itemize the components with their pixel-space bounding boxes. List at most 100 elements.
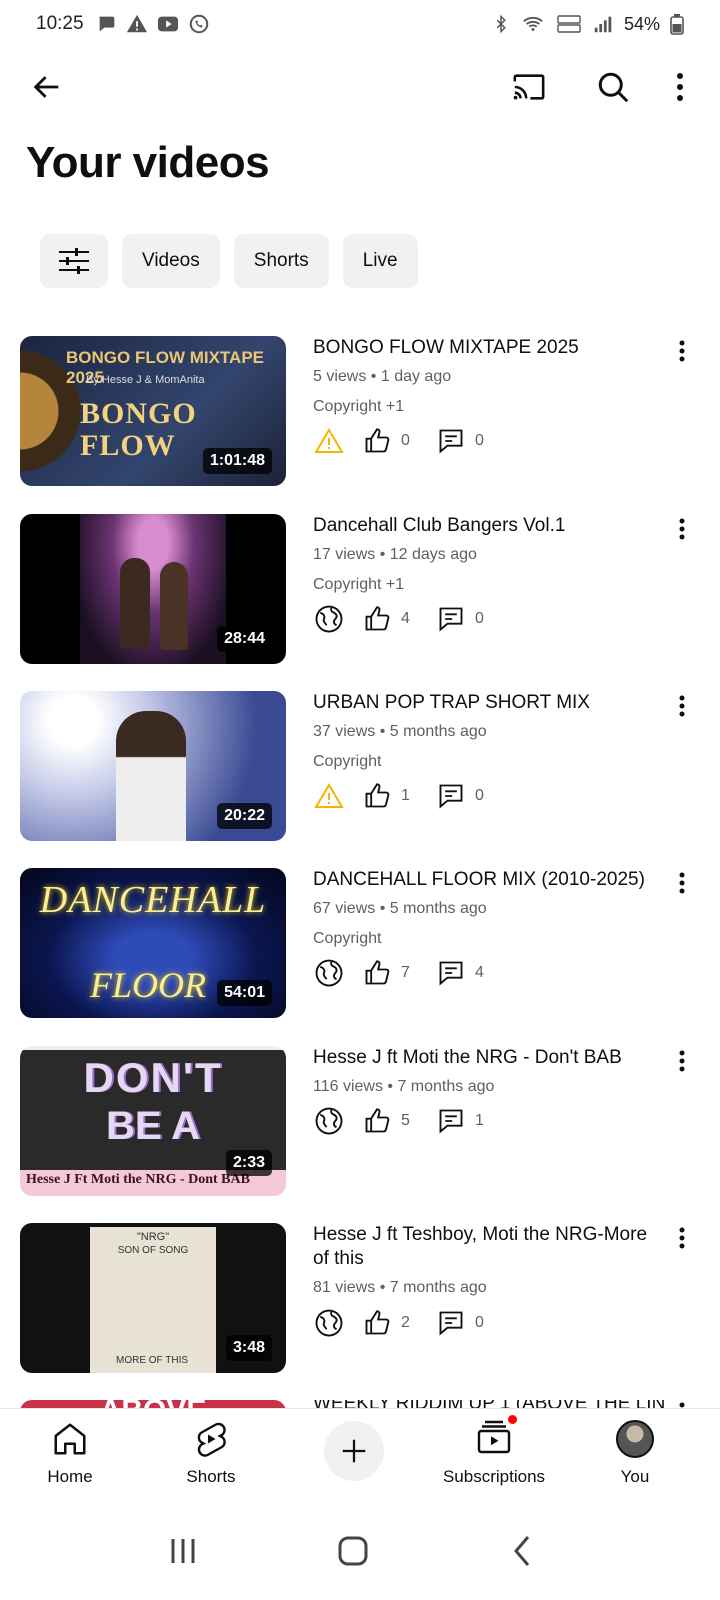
globe-icon[interactable]: [313, 603, 345, 635]
back-system-button[interactable]: [498, 1526, 548, 1576]
tune-icon: [59, 248, 89, 274]
cast-button[interactable]: [506, 64, 552, 110]
comments-count: 0: [475, 432, 484, 449]
globe-icon[interactable]: [313, 1105, 345, 1137]
globe-icon[interactable]: [313, 1307, 345, 1339]
shorts-icon: [197, 1422, 226, 1457]
video-options-button[interactable]: [670, 336, 694, 366]
nav-you-label: You: [620, 1467, 650, 1486]
cast-icon: [513, 74, 545, 100]
thumbnail-subheading: By Hesse J & MomAnita: [86, 374, 205, 386]
thumbnail-heading: DON'T: [83, 1054, 223, 1101]
likes-count: 4: [401, 610, 410, 627]
home-square-icon: [338, 1536, 368, 1566]
copyright-label[interactable]: Copyright: [313, 753, 381, 771]
thumbnail-art: [80, 514, 226, 664]
video-options-button[interactable]: [670, 691, 694, 721]
video-thumbnail[interactable]: 28:44: [20, 514, 286, 664]
thumbnail-heading: "NRG": [136, 1231, 170, 1243]
create-button[interactable]: [324, 1421, 384, 1481]
video-options-button[interactable]: [670, 514, 694, 544]
video-thumbnail[interactable]: DANCEHALL FLOOR 54:01: [20, 868, 286, 1018]
video-item[interactable]: 20:22 URBAN POP TRAP SHORT MIX 37 views …: [0, 691, 720, 843]
video-thumbnail[interactable]: BONGO FLOW MIXTAPE 2025 By Hesse J & Mom…: [20, 336, 286, 486]
nav-subscriptions[interactable]: Subscriptions: [434, 1412, 554, 1487]
likes-count: 2: [401, 1314, 410, 1331]
thumbs-up-icon: [361, 603, 393, 635]
thumbnail-heading: DANCEHALL: [39, 879, 267, 921]
video-duration: 3:48: [225, 1335, 272, 1361]
video-thumbnail[interactable]: DON'T BE A Hesse J Ft Moti the NRG - Don…: [20, 1046, 286, 1196]
home-icon: [54, 1423, 86, 1455]
copyright-label[interactable]: Copyright +1: [313, 576, 404, 594]
thumbnail-figure: [116, 711, 186, 841]
recent-apps-button[interactable]: [158, 1526, 208, 1576]
video-options-button[interactable]: [670, 868, 694, 898]
nav-home[interactable]: Home: [10, 1419, 130, 1487]
comment-icon: [435, 957, 467, 989]
video-title[interactable]: DANCEHALL FLOOR MIX (2010-2025): [313, 868, 663, 892]
video-item[interactable]: 28:44 Dancehall Club Bangers Vol.1 17 vi…: [0, 514, 720, 666]
more-options-button[interactable]: [660, 64, 700, 110]
search-button[interactable]: [590, 64, 636, 110]
video-title[interactable]: BONGO FLOW MIXTAPE 2025: [313, 336, 663, 360]
nav-shorts[interactable]: Shorts: [151, 1419, 271, 1487]
video-item[interactable]: ABOVE WEEKLY RIDDIM UP 1 (ABOVE THE LIN: [0, 1400, 720, 1408]
warning-icon[interactable]: [313, 780, 345, 812]
more-vert-icon: [677, 73, 683, 101]
video-meta: 81 views • 7 months ago: [313, 1279, 487, 1296]
chip-shorts[interactable]: Shorts: [233, 234, 329, 288]
bottom-navigation: Home Shorts Subscriptions You: [0, 1408, 720, 1498]
warning-icon[interactable]: [313, 425, 345, 457]
video-item[interactable]: DANCEHALL FLOOR 54:01 DANCEHALL FLOOR MI…: [0, 868, 720, 1020]
video-meta: 37 views • 5 months ago: [313, 723, 487, 740]
back-button[interactable]: [24, 64, 70, 110]
video-duration: 2:33: [225, 1150, 272, 1176]
more-vert-icon: [679, 1227, 685, 1249]
alert-triangle-icon: [126, 13, 148, 35]
more-vert-icon: [679, 695, 685, 717]
thumbnail-figure: [160, 562, 188, 650]
copyright-label[interactable]: Copyright +1: [313, 398, 404, 416]
status-bar: 10:25 54%: [0, 0, 720, 48]
battery-percent: 54%: [623, 13, 660, 34]
video-duration: 54:01: [217, 980, 272, 1006]
youtube-icon: [156, 13, 180, 35]
thumbs-up-icon: [361, 1105, 393, 1137]
page-title: Your videos: [26, 138, 270, 187]
video-options-button[interactable]: [670, 1223, 694, 1253]
video-stats: 7 4: [313, 957, 497, 989]
chip-videos[interactable]: Videos: [122, 234, 220, 288]
system-navigation-bar: [0, 1500, 720, 1600]
video-title[interactable]: URBAN POP TRAP SHORT MIX: [313, 691, 663, 715]
volte-icon: [556, 13, 582, 35]
video-thumbnail[interactable]: ABOVE: [20, 1400, 286, 1408]
video-item[interactable]: "NRG" SON OF SONG MORE OF THIS 3:48 Hess…: [0, 1223, 720, 1375]
comment-icon: [435, 425, 467, 457]
nav-you[interactable]: You: [575, 1419, 695, 1487]
chip-live[interactable]: Live: [342, 234, 418, 288]
filter-button[interactable]: [40, 234, 108, 288]
video-thumbnail[interactable]: 20:22: [20, 691, 286, 841]
video-item[interactable]: BONGO FLOW MIXTAPE 2025 By Hesse J & Mom…: [0, 336, 720, 488]
video-item[interactable]: DON'T BE A Hesse J Ft Moti the NRG - Don…: [0, 1046, 720, 1198]
video-title[interactable]: Hesse J ft Moti the NRG - Don't BAB: [313, 1046, 663, 1070]
copyright-label[interactable]: Copyright: [313, 930, 381, 948]
comments-count: 4: [475, 964, 484, 981]
status-time: 10:25: [36, 13, 84, 34]
status-right: 54%: [492, 13, 684, 35]
video-options-button[interactable]: [670, 1400, 694, 1408]
home-system-button[interactable]: [328, 1526, 378, 1576]
video-title[interactable]: Hesse J ft Teshboy, Moti the NRG-More of…: [313, 1223, 663, 1271]
recent-apps-icon: [171, 1539, 195, 1563]
video-meta: 17 views • 12 days ago: [313, 546, 477, 563]
video-thumbnail[interactable]: "NRG" SON OF SONG MORE OF THIS 3:48: [20, 1223, 286, 1373]
video-meta: 116 views • 7 months ago: [313, 1078, 495, 1095]
video-title[interactable]: WEEKLY RIDDIM UP 1 (ABOVE THE LIN: [313, 1400, 665, 1408]
likes-count: 1: [401, 787, 410, 804]
globe-icon[interactable]: [313, 957, 345, 989]
thumbs-up-icon: [361, 780, 393, 812]
video-options-button[interactable]: [670, 1046, 694, 1076]
thumbs-up-icon: [361, 1307, 393, 1339]
video-title[interactable]: Dancehall Club Bangers Vol.1: [313, 514, 663, 538]
